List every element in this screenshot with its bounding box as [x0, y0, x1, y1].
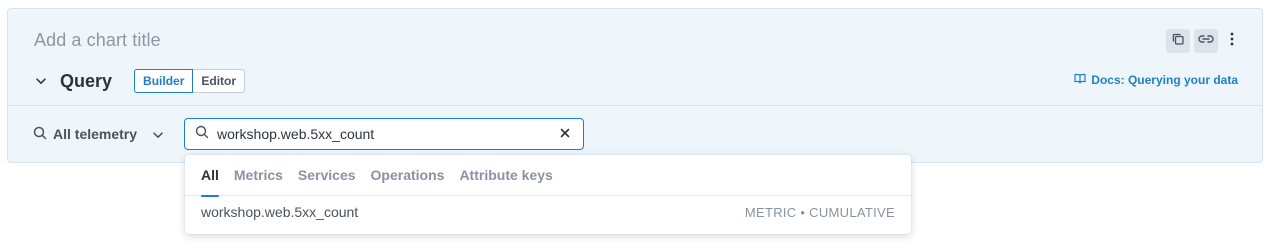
chevron-down-icon	[153, 126, 163, 142]
result-type: METRIC • CUMULATIVE	[744, 204, 895, 220]
chevron-down-icon	[36, 72, 46, 90]
metric-search-input[interactable]	[217, 126, 557, 142]
tab-all[interactable]: All	[201, 155, 219, 197]
query-mode-toggle: Builder Editor	[134, 69, 246, 93]
copy-button[interactable]	[1166, 29, 1190, 53]
query-label: Query	[60, 70, 113, 91]
telemetry-label: All telemetry	[53, 126, 138, 142]
docs-link[interactable]: Docs: Querying your data	[1074, 73, 1238, 87]
more-vertical-icon	[1230, 32, 1234, 51]
close-icon	[560, 125, 570, 143]
editor-mode-button[interactable]: Editor	[193, 69, 246, 93]
copy-icon	[1171, 32, 1185, 51]
collapse-query-button[interactable]	[34, 74, 48, 88]
book-icon	[1074, 73, 1086, 87]
link-button[interactable]	[1194, 29, 1218, 53]
link-icon	[1198, 32, 1214, 50]
divider	[8, 105, 1262, 106]
tab-operations[interactable]: Operations	[371, 155, 445, 196]
list-item[interactable]: workshop.web.5xx_count METRIC • CUMULATI…	[185, 196, 911, 228]
suggestion-tabs: All Metrics Services Operations Attribut…	[185, 155, 911, 197]
query-header: Query Builder Editor	[34, 69, 246, 93]
search-suggestions-dropdown: All Metrics Services Operations Attribut…	[185, 155, 911, 234]
search-icon	[195, 125, 209, 144]
metric-search-field[interactable]	[184, 118, 584, 150]
chart-title-input[interactable]: Add a chart title	[34, 30, 161, 51]
tab-services[interactable]: Services	[298, 155, 356, 196]
builder-mode-button[interactable]: Builder	[134, 69, 194, 93]
tab-metrics[interactable]: Metrics	[234, 155, 283, 196]
panel-actions	[1166, 29, 1242, 53]
search-icon	[33, 126, 47, 143]
more-options-button[interactable]	[1222, 29, 1242, 53]
telemetry-selector[interactable]: All telemetry	[33, 124, 163, 144]
docs-link-label: Docs: Querying your data	[1091, 73, 1238, 87]
result-name: workshop.web.5xx_count	[201, 204, 359, 220]
clear-search-button[interactable]	[557, 126, 573, 142]
tab-attribute-keys[interactable]: Attribute keys	[459, 155, 552, 196]
